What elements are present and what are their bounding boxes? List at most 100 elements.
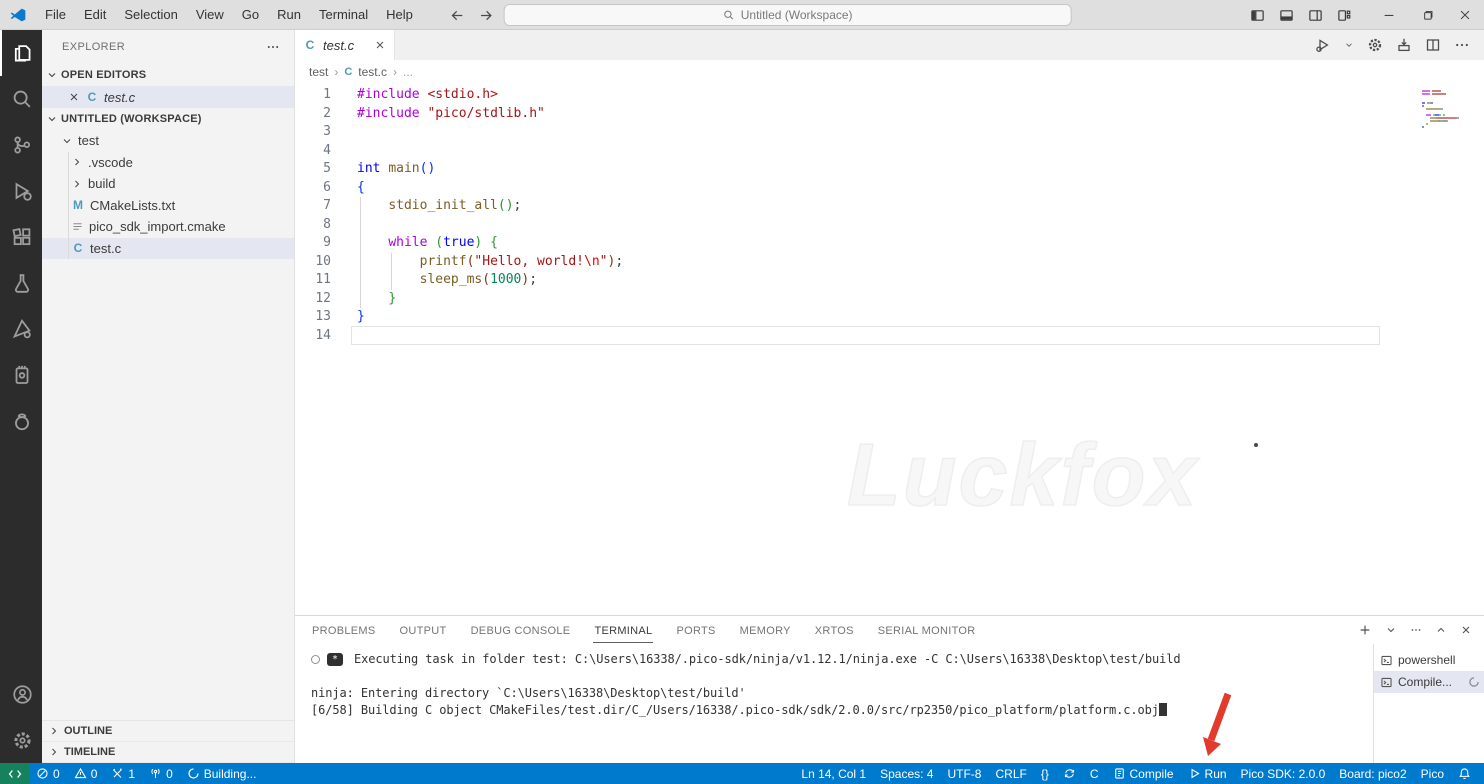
chevron-down-icon[interactable]: [1385, 624, 1397, 636]
menu-selection[interactable]: Selection: [115, 7, 186, 22]
section-outline[interactable]: OUTLINE: [42, 721, 294, 742]
activitybar-raspberry-pi-pico[interactable]: [0, 398, 42, 444]
layout-custom-icon[interactable]: [1337, 8, 1352, 23]
activitybar-extensions[interactable]: [0, 214, 42, 260]
more-icon[interactable]: [266, 40, 280, 54]
panel-tab-xrtos[interactable]: XRTOS: [814, 618, 855, 643]
account-icon: [12, 684, 33, 705]
panel-tab-ports[interactable]: PORTS: [675, 618, 716, 643]
statusbar-item-pico[interactable]: Pico: [1414, 763, 1451, 784]
menu-run[interactable]: Run: [268, 7, 310, 22]
tree-item-test[interactable]: test: [42, 130, 294, 152]
close-tab-icon[interactable]: [374, 39, 386, 51]
terminal-output[interactable]: * Executing task in folder test: C:\User…: [295, 644, 1373, 763]
statusbar-item-0[interactable]: 0: [29, 763, 67, 784]
statusbar-item-compile[interactable]: Compile: [1106, 763, 1181, 784]
activitybar-source-control[interactable]: [0, 122, 42, 168]
open-editor-item[interactable]: C test.c: [42, 86, 294, 108]
activitybar-testing[interactable]: [0, 260, 42, 306]
forward-arrow-icon[interactable]: [479, 8, 494, 23]
sidebar-left-icon[interactable]: [1250, 8, 1265, 23]
chevron-down-icon: [46, 113, 58, 125]
panel-tab-memory[interactable]: MEMORY: [739, 618, 792, 643]
statusbar-item-sync-icon[interactable]: [1056, 763, 1083, 784]
chevron-down-icon[interactable]: [1344, 40, 1354, 50]
panel-tab-serial-monitor[interactable]: SERIAL MONITOR: [877, 618, 977, 643]
code-line: [357, 216, 1484, 235]
statusbar-item-board-pico2[interactable]: Board: pico2: [1332, 763, 1413, 784]
more-icon[interactable]: [1410, 624, 1422, 636]
close-icon[interactable]: [1460, 624, 1472, 636]
statusbar-item-ln-14-col-1[interactable]: Ln 14, Col 1: [794, 763, 873, 784]
tab-test-c[interactable]: C test.c: [295, 30, 395, 60]
menu-file[interactable]: File: [36, 7, 75, 22]
activitybar-settings[interactable]: [0, 717, 42, 763]
activitybar-accounts[interactable]: [0, 671, 42, 717]
breadcrumb-symbol[interactable]: ...: [403, 65, 413, 79]
statusbar-item-building-[interactable]: Building...: [180, 763, 264, 784]
gear-icon[interactable]: [1367, 37, 1383, 53]
maximize-button[interactable]: [1408, 0, 1446, 30]
workspace-section[interactable]: UNTITLED (WORKSPACE): [42, 108, 294, 130]
open-editors-section[interactable]: OPEN EDITORS: [42, 64, 294, 86]
code-editor[interactable]: 1234567891011121314 #include <stdio.h>#i…: [295, 84, 1484, 615]
close-window-button[interactable]: [1446, 0, 1484, 30]
terminal-instance-compile-[interactable]: Compile...: [1374, 671, 1484, 693]
panel-tab-debug-console[interactable]: DEBUG CONSOLE: [470, 618, 572, 643]
activitybar-search[interactable]: [0, 76, 42, 122]
tree-item--vscode[interactable]: .vscode: [42, 152, 294, 174]
statusbar-item-0[interactable]: 0: [67, 763, 105, 784]
panel-tab-output[interactable]: OUTPUT: [399, 618, 448, 643]
panel-tab-problems[interactable]: PROBLEMS: [311, 618, 377, 643]
split-editor-icon[interactable]: [1425, 37, 1441, 53]
tree-item-build[interactable]: build: [42, 173, 294, 195]
flash-icon[interactable]: [1396, 37, 1412, 53]
menu-help[interactable]: Help: [377, 7, 422, 22]
chevron-up-icon[interactable]: [1435, 624, 1447, 636]
statusbar-item-c[interactable]: C: [1083, 763, 1106, 784]
panel-bottom-icon[interactable]: [1279, 8, 1294, 23]
statusbar-item-pico-sdk-2-0-0[interactable]: Pico SDK: 2.0.0: [1234, 763, 1333, 784]
back-arrow-icon[interactable]: [450, 8, 465, 23]
statusbar-item-label: 0: [166, 767, 173, 781]
terminal-instance-powershell[interactable]: powershell: [1374, 649, 1484, 671]
minimize-button[interactable]: [1370, 0, 1408, 30]
statusbar-item-spaces-4[interactable]: Spaces: 4: [873, 763, 940, 784]
tree-item-label: build: [88, 176, 115, 191]
close-icon[interactable]: [68, 91, 80, 103]
menu-view[interactable]: View: [187, 7, 233, 22]
activitybar-dev-board[interactable]: [0, 352, 42, 398]
statusbar-item-utf-8[interactable]: UTF-8: [940, 763, 988, 784]
tree-item-cmakelists-txt[interactable]: MCMakeLists.txt: [42, 195, 294, 217]
code-lines[interactable]: #include <stdio.h>#include "pico/stdlib.…: [357, 84, 1484, 615]
terminal-cursor: [1159, 703, 1167, 716]
statusbar-item-crlf[interactable]: CRLF: [988, 763, 1033, 784]
activitybar-cmake[interactable]: [0, 306, 42, 352]
menu-edit[interactable]: Edit: [75, 7, 115, 22]
statusbar-item-0[interactable]: 0: [142, 763, 180, 784]
code-line: {: [357, 179, 1484, 198]
menu-terminal[interactable]: Terminal: [310, 7, 377, 22]
breadcrumb-folder[interactable]: test: [309, 65, 328, 79]
statusbar-item-1[interactable]: 1: [104, 763, 142, 784]
breadcrumb-file[interactable]: test.c: [358, 65, 387, 79]
statusbar-item--[interactable]: {}: [1034, 763, 1056, 784]
statusbar-item-bell-icon[interactable]: [1451, 763, 1478, 784]
activitybar-run-and-debug[interactable]: [0, 168, 42, 214]
tree-item-pico-sdk-import-cmake[interactable]: pico_sdk_import.cmake: [42, 216, 294, 238]
sidebar-right-icon[interactable]: [1308, 8, 1323, 23]
minimap[interactable]: [1422, 90, 1470, 132]
statusbar-item-label: CRLF: [995, 767, 1026, 781]
panel-tab-terminal[interactable]: TERMINAL: [593, 618, 653, 643]
more-icon[interactable]: [1454, 37, 1470, 53]
activitybar-explorer[interactable]: [0, 30, 42, 76]
tree-item-test-c[interactable]: Ctest.c: [42, 238, 294, 260]
section-timeline[interactable]: TIMELINE: [42, 742, 294, 763]
statusbar-item-run[interactable]: Run: [1181, 763, 1234, 784]
menu-go[interactable]: Go: [233, 7, 268, 22]
line-number: 2: [295, 105, 331, 124]
add-icon[interactable]: [1358, 623, 1372, 637]
command-center[interactable]: Untitled (Workspace): [504, 4, 1072, 26]
remote-indicator[interactable]: [0, 763, 29, 784]
run-or-debug-icon[interactable]: [1315, 37, 1331, 53]
